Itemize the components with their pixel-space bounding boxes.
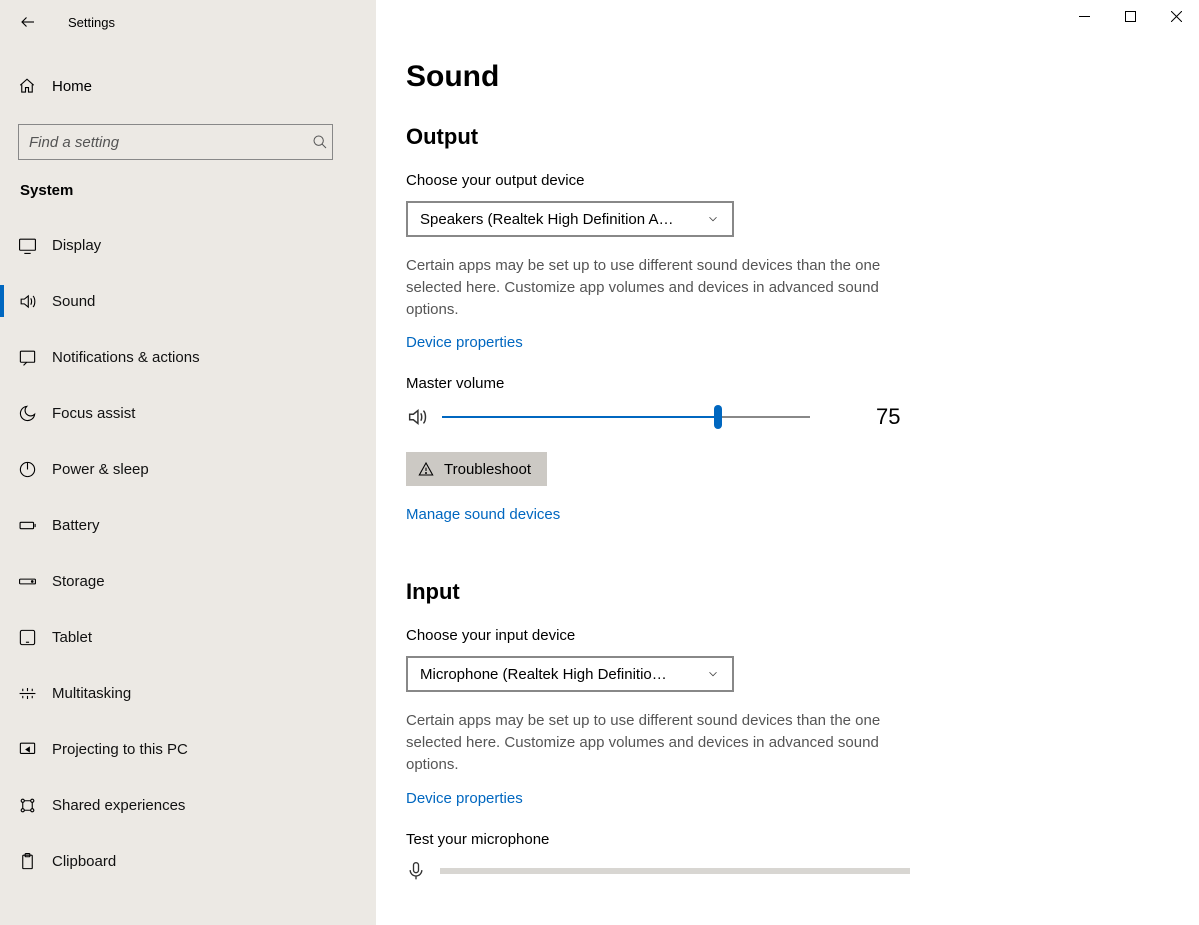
sidebar-item-display[interactable]: Display	[18, 223, 358, 267]
sidebar-item-clipboard[interactable]: Clipboard	[18, 839, 358, 883]
power-icon	[18, 460, 37, 479]
maximize-icon	[1125, 11, 1136, 22]
search-input[interactable]	[18, 124, 333, 160]
input-heading: Input	[406, 579, 986, 605]
sidebar-item-label: Tablet	[52, 629, 92, 646]
minimize-icon	[1079, 11, 1090, 22]
sidebar-item-label: Battery	[52, 517, 100, 534]
microphone-level-bar	[440, 868, 910, 874]
sidebar-item-power-sleep[interactable]: Power & sleep	[18, 447, 358, 491]
troubleshoot-button[interactable]: Troubleshoot	[406, 452, 547, 486]
sidebar-item-label: Projecting to this PC	[52, 741, 188, 758]
sidebar-item-sound[interactable]: Sound	[18, 279, 358, 323]
sidebar-header: Settings	[0, 0, 376, 44]
app-title: Settings	[68, 15, 115, 30]
home-icon	[18, 77, 36, 95]
moon-icon	[18, 404, 37, 423]
sidebar-item-storage[interactable]: Storage	[18, 559, 358, 603]
sidebar-item-label: Notifications & actions	[52, 349, 200, 366]
page-title: Sound	[406, 60, 986, 94]
sidebar-item-battery[interactable]: Battery	[18, 503, 358, 547]
maximize-button[interactable]	[1107, 0, 1153, 32]
sidebar: Settings Home System Display Sound	[0, 0, 376, 925]
input-device-dropdown[interactable]: Microphone (Realtek High Definitio…	[406, 656, 734, 692]
clipboard-icon	[18, 852, 37, 871]
input-choose-label: Choose your input device	[406, 627, 986, 644]
main-content: Sound Output Choose your output device S…	[376, 0, 1199, 925]
output-device-selected: Speakers (Realtek High Definition A…	[420, 211, 673, 228]
close-icon	[1171, 11, 1182, 22]
sidebar-item-label: Multitasking	[52, 685, 131, 702]
manage-sound-devices-link[interactable]: Manage sound devices	[406, 506, 560, 523]
sound-icon	[18, 292, 37, 311]
projecting-icon	[18, 740, 37, 759]
output-choose-label: Choose your output device	[406, 172, 986, 189]
input-help-text: Certain apps may be set up to use differ…	[406, 710, 926, 775]
storage-icon	[18, 572, 37, 591]
input-device-selected: Microphone (Realtek High Definitio…	[420, 666, 667, 683]
test-microphone-label: Test your microphone	[406, 831, 986, 848]
input-device-properties-link[interactable]: Device properties	[406, 790, 523, 807]
battery-icon	[18, 516, 38, 535]
display-icon	[18, 236, 37, 255]
sidebar-item-label: Display	[52, 237, 101, 254]
microphone-test-row	[406, 860, 986, 882]
window-controls	[1061, 0, 1199, 32]
output-device-dropdown[interactable]: Speakers (Realtek High Definition A…	[406, 201, 734, 237]
arrow-left-icon	[19, 13, 37, 31]
master-volume-value: 75	[876, 404, 900, 430]
sidebar-item-label: Shared experiences	[52, 797, 185, 814]
speaker-icon	[406, 406, 428, 428]
chevron-down-icon	[706, 212, 720, 226]
chevron-down-icon	[706, 667, 720, 681]
home-nav-item[interactable]: Home	[18, 64, 358, 108]
minimize-button[interactable]	[1061, 0, 1107, 32]
sidebar-item-projecting[interactable]: Projecting to this PC	[18, 727, 358, 771]
sidebar-item-label: Power & sleep	[52, 461, 149, 478]
back-button[interactable]	[8, 2, 48, 42]
sidebar-item-tablet[interactable]: Tablet	[18, 615, 358, 659]
master-volume-row: 75	[406, 404, 986, 430]
master-volume-slider[interactable]	[442, 405, 810, 429]
microphone-icon	[406, 860, 426, 882]
sidebar-item-shared-experiences[interactable]: Shared experiences	[18, 783, 358, 827]
sidebar-item-label: Clipboard	[52, 853, 116, 870]
home-label: Home	[52, 78, 92, 95]
sidebar-item-label: Focus assist	[52, 405, 135, 422]
shared-experiences-icon	[18, 796, 37, 815]
nav-list: Display Sound Notifications & actions Fo…	[18, 223, 358, 883]
troubleshoot-label: Troubleshoot	[444, 461, 531, 478]
sidebar-item-label: Sound	[52, 293, 95, 310]
master-volume-label: Master volume	[406, 375, 986, 392]
multitasking-icon	[18, 684, 37, 703]
output-heading: Output	[406, 124, 986, 150]
search-wrap	[18, 124, 358, 160]
close-button[interactable]	[1153, 0, 1199, 32]
category-title: System	[18, 182, 358, 199]
notifications-icon	[18, 348, 37, 367]
tablet-icon	[18, 628, 37, 647]
warning-icon	[418, 461, 434, 477]
sidebar-item-focus-assist[interactable]: Focus assist	[18, 391, 358, 435]
output-help-text: Certain apps may be set up to use differ…	[406, 255, 926, 320]
output-device-properties-link[interactable]: Device properties	[406, 334, 523, 351]
sidebar-item-notifications[interactable]: Notifications & actions	[18, 335, 358, 379]
sidebar-item-label: Storage	[52, 573, 105, 590]
sidebar-item-multitasking[interactable]: Multitasking	[18, 671, 358, 715]
